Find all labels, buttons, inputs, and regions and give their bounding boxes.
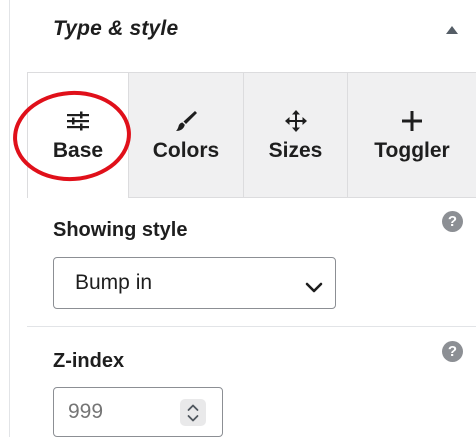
section-divider — [27, 326, 476, 327]
move-arrows-icon — [284, 107, 308, 135]
tab-toggler[interactable]: Toggler — [348, 72, 476, 198]
style-tabs: Base Colors Sizes Toggler — [27, 72, 476, 198]
z-index-label: Z-index — [53, 350, 125, 372]
help-icon[interactable]: ? — [442, 211, 463, 232]
number-stepper-icon[interactable] — [180, 399, 206, 426]
sliders-icon — [66, 107, 90, 135]
z-index-value: 999 — [68, 400, 104, 423]
tab-toggler-label: Toggler — [374, 139, 450, 162]
tab-colors-label: Colors — [152, 139, 220, 162]
chevron-up-icon[interactable] — [446, 26, 458, 34]
plus-icon — [401, 107, 423, 135]
tab-sizes-label: Sizes — [268, 139, 323, 162]
panel-left-border — [9, 0, 10, 437]
chevron-down-icon — [305, 276, 323, 300]
showing-style-value: Bump in — [75, 271, 153, 294]
tab-sizes[interactable]: Sizes — [244, 72, 348, 198]
tab-base[interactable]: Base — [27, 72, 129, 198]
tab-colors[interactable]: Colors — [129, 72, 244, 198]
showing-style-select[interactable]: Bump in — [53, 257, 336, 309]
showing-style-label: Showing style — [53, 219, 188, 241]
paintbrush-icon — [174, 107, 198, 135]
help-icon[interactable]: ? — [442, 341, 463, 362]
panel-title[interactable]: Type & style — [53, 17, 178, 41]
tab-base-label: Base — [52, 139, 104, 162]
